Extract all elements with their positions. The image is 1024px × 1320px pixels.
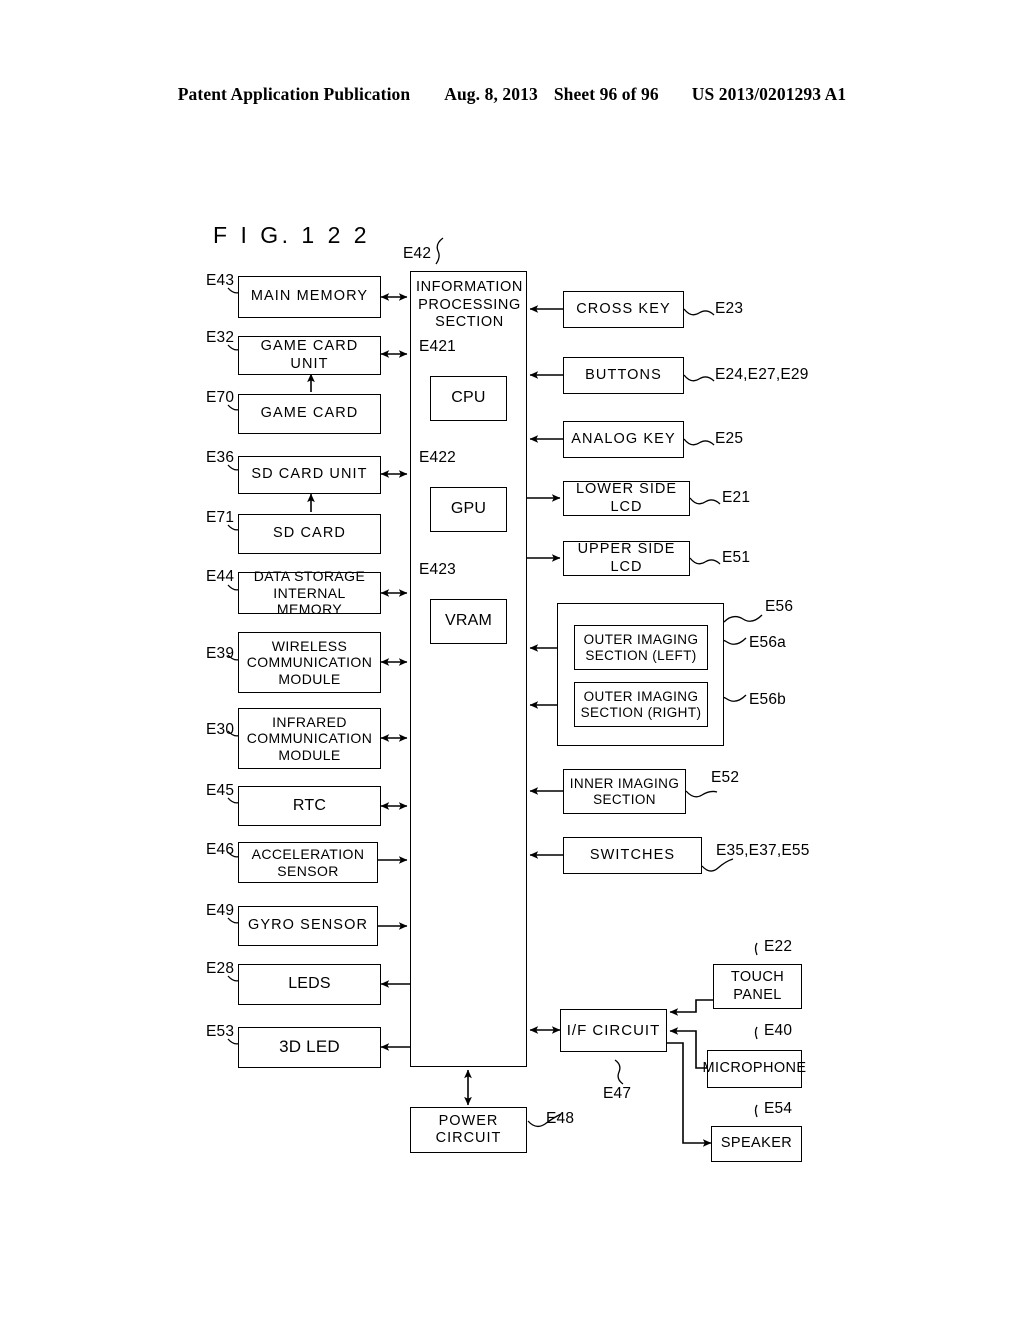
ref-cpu: E421: [419, 338, 456, 355]
information-processing-section-label: INFORMATION PROCESSING SECTION: [415, 279, 524, 331]
ref-speaker: E54: [764, 1100, 793, 1117]
block-inner-imaging-section: INNER IMAGING SECTION: [563, 769, 686, 814]
ref-vram: E423: [419, 561, 456, 578]
block-if-circuit: I/F CIRCUIT: [560, 1009, 667, 1052]
ref-sd-card-unit: E36: [206, 449, 235, 466]
ref-power-circuit: E48: [546, 1110, 575, 1127]
block-acceleration-sensor: ACCELERATION SENSOR: [238, 842, 378, 883]
ref-outer-imaging-section-left: E56a: [749, 634, 786, 651]
block-cpu: CPU: [430, 376, 507, 421]
ref-microphone: E40: [764, 1022, 793, 1039]
block-game-card: GAME CARD: [238, 394, 381, 434]
block-game-card-unit: GAME CARD UNIT: [238, 336, 381, 375]
ref-3d-led: E53: [206, 1023, 235, 1040]
header-sheet-number: Sheet 96 of 96: [553, 84, 659, 104]
block-main-memory: MAIN MEMORY: [238, 276, 381, 318]
ref-buttons: E24,E27,E29: [715, 366, 809, 383]
ref-main-memory: E43: [206, 272, 235, 289]
block-analog-key: ANALOG KEY: [563, 421, 684, 458]
ref-if-circuit: E47: [603, 1085, 632, 1102]
ref-gyro-sensor: E49: [206, 902, 235, 919]
block-data-storage-internal-memory: DATA STORAGE INTERNAL MEMORY: [238, 568, 381, 617]
ref-acceleration-sensor: E46: [206, 841, 235, 858]
block-sd-card-unit: SD CARD UNIT: [238, 456, 381, 494]
block-rtc: RTC: [238, 786, 381, 826]
block-upper-side-lcd: UPPER SIDE LCD: [563, 541, 690, 576]
block-sd-card: SD CARD: [238, 514, 381, 554]
block-cross-key: CROSS KEY: [563, 291, 684, 328]
block-leds: LEDS: [238, 964, 381, 1005]
block-touch-panel: TOUCH PANEL: [713, 964, 802, 1009]
figure-title: F I G. 1 2 2: [213, 222, 371, 248]
block-switches: SWITCHES: [563, 837, 702, 874]
ref-cross-key: E23: [715, 300, 744, 317]
block-gyro-sensor: GYRO SENSOR: [238, 906, 378, 946]
ref-lower-side-lcd: E21: [722, 489, 751, 506]
block-buttons: BUTTONS: [563, 357, 684, 394]
ref-sd-card: E71: [206, 509, 235, 526]
ref-upper-side-lcd: E51: [722, 549, 751, 566]
ref-touch-panel: E22: [764, 938, 793, 955]
block-microphone: MICROPHONE: [703, 1050, 806, 1088]
block-wireless-communication-module: WIRELESS COMMUNICATION MODULE: [238, 632, 381, 693]
block-power-circuit: POWER CIRCUIT: [410, 1107, 527, 1153]
ref-outer-imaging-group: E56: [765, 598, 794, 615]
ref-wireless-communication-module: E39: [206, 645, 235, 662]
block-gpu: GPU: [430, 487, 507, 532]
ref-game-card: E70: [206, 389, 235, 406]
ref-switches: E35,E37,E55: [716, 842, 810, 859]
block-infrared-communication-module: INFRARED COMMUNICATION MODULE: [238, 708, 381, 769]
ref-rtc: E45: [206, 782, 235, 799]
ref-outer-imaging-section-right: E56b: [749, 691, 786, 708]
ref-infrared-communication-module: E30: [206, 721, 235, 738]
ref-data-storage-internal-memory: E44: [206, 568, 235, 585]
block-outer-imaging-section-right: OUTER IMAGING SECTION (RIGHT): [574, 682, 708, 727]
block-3d-led: 3D LED: [238, 1027, 381, 1068]
ref-game-card-unit: E32: [206, 329, 235, 346]
page-header: Patent Application Publication Aug. 8, 2…: [0, 84, 1024, 110]
header-date: Aug. 8, 2013: [444, 84, 538, 104]
ref-leds: E28: [206, 960, 235, 977]
block-outer-imaging-section-left: OUTER IMAGING SECTION (LEFT): [574, 625, 708, 670]
header-patent-number: US 2013/0201293 A1: [691, 84, 847, 104]
ref-analog-key: E25: [715, 430, 744, 447]
block-speaker: SPEAKER: [711, 1126, 802, 1162]
ref-information-processing-section: E42: [403, 245, 432, 262]
ref-gpu: E422: [419, 449, 456, 466]
header-publication: Patent Application Publication: [177, 84, 411, 104]
block-lower-side-lcd: LOWER SIDE LCD: [563, 481, 690, 516]
block-vram: VRAM: [430, 599, 507, 644]
ref-inner-imaging-section: E52: [711, 769, 740, 786]
